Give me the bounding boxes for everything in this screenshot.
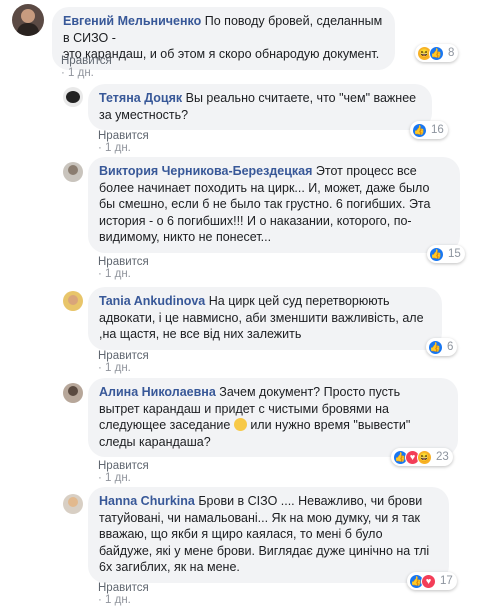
comment-text: Зачем документ? Просто пусть bbox=[219, 385, 401, 399]
comment-bubble: Виктория Черникова-Берездецкая Этот проц… bbox=[88, 157, 460, 253]
comment-text: за уместность? bbox=[99, 107, 189, 122]
reaction-summary[interactable]: 👍 ♥ 😆 23 bbox=[391, 448, 453, 466]
comment-text: вважаю, що якби я щиро каялася, то мені … bbox=[99, 527, 383, 541]
like-link[interactable]: Нравится bbox=[98, 130, 149, 142]
like-link[interactable]: Нравится bbox=[61, 55, 112, 67]
like-reaction-icon: 👍 bbox=[429, 246, 444, 262]
comment-text: следы карандаша? bbox=[99, 434, 211, 449]
comment-text: вытрет карандаш и придет с чистыми бровя… bbox=[99, 401, 389, 416]
comment-text: татуйовані, чи намальовані... Як на мою … bbox=[99, 510, 420, 525]
comment-author[interactable]: Евгений Мельниченко bbox=[63, 14, 201, 28]
comment-author[interactable]: Алина Николаевна bbox=[99, 385, 216, 399]
avatar[interactable] bbox=[63, 162, 83, 182]
comment-time[interactable]: 1 дн. bbox=[105, 362, 131, 374]
comment-text: байдуже, які у мене брови. Виглядає дуже… bbox=[99, 543, 430, 558]
comment-bubble: Tania Ankudinova На цирк цей суд перетво… bbox=[88, 287, 442, 350]
reaction-count: 23 bbox=[436, 451, 449, 463]
like-reaction-icon: 👍 bbox=[429, 45, 444, 61]
avatar[interactable] bbox=[63, 383, 83, 403]
like-reaction-icon: 👍 bbox=[412, 122, 427, 138]
avatar[interactable] bbox=[63, 494, 83, 514]
comment-text: или нужно время "вывести" bbox=[250, 418, 411, 432]
comment-text: На цирк цей суд перетворюють bbox=[208, 294, 390, 308]
comment-text: следующее заседание bbox=[99, 418, 231, 432]
comment-text: Вы реально считаете, что "чем" важнее bbox=[185, 91, 417, 105]
comment-bubble: Hanna Churkina Брови в СІЗО .... Неважли… bbox=[88, 487, 449, 583]
haha-reaction-icon: 😆 bbox=[417, 449, 432, 465]
comment-text: Этот процесс все bbox=[315, 164, 417, 178]
love-reaction-icon: ♥ bbox=[421, 573, 436, 589]
like-link[interactable]: Нравится bbox=[98, 582, 149, 594]
comment-text: Брови в СІЗО .... Неважливо, чи брови bbox=[198, 494, 423, 508]
avatar[interactable] bbox=[63, 291, 83, 311]
reaction-count: 6 bbox=[447, 341, 454, 353]
reaction-summary[interactable]: 😆 👍 8 bbox=[415, 44, 459, 62]
reaction-summary[interactable]: 👍 ♥ 17 bbox=[407, 572, 457, 590]
reaction-count: 16 bbox=[431, 124, 444, 136]
like-link[interactable]: Нравится bbox=[98, 460, 149, 472]
comment-meta: Нравится · 1 дн. bbox=[98, 460, 149, 484]
comment-author[interactable]: Тетяна Доцяк bbox=[99, 91, 182, 105]
reaction-count: 8 bbox=[448, 47, 455, 59]
avatar[interactable] bbox=[12, 4, 44, 36]
comment-text: история - о 6 погибших!!! И о наказании,… bbox=[99, 213, 412, 228]
comment-time[interactable]: 1 дн. bbox=[105, 142, 131, 154]
reaction-count: 15 bbox=[448, 248, 461, 260]
comment-text: ,на щастя, не все від них залежить bbox=[99, 327, 302, 341]
like-reaction-icon: 👍 bbox=[428, 339, 443, 355]
smile-emoji-icon bbox=[233, 418, 247, 431]
comment-text: более начинает походить на цирк... И, мо… bbox=[99, 180, 430, 195]
comment-author[interactable]: Tania Ankudinova bbox=[99, 294, 205, 308]
like-link[interactable]: Нравится bbox=[98, 256, 149, 268]
comment-text: адвокати, і це навмисно, аби зменшити ва… bbox=[99, 310, 424, 325]
comment-meta: Нравится · 1 дн. bbox=[61, 55, 112, 79]
comment-meta: Нравится · 1 дн. bbox=[98, 350, 149, 374]
comment-author[interactable]: Hanna Churkina bbox=[99, 494, 195, 508]
avatar[interactable] bbox=[63, 87, 83, 107]
reaction-count: 17 bbox=[440, 575, 453, 587]
comment-meta: Нравится · 1 дн. bbox=[98, 582, 149, 606]
comment-text: 6х загиблих, як на мене. bbox=[99, 560, 240, 574]
comment-author[interactable]: Виктория Черникова-Берездецкая bbox=[99, 164, 312, 178]
comment-time[interactable]: 1 дн. bbox=[105, 268, 131, 280]
comment-text: видимому, никто не понесет... bbox=[99, 230, 272, 244]
comment-time[interactable]: 1 дн. bbox=[105, 594, 131, 606]
comment-meta: Нравится · 1 дн. bbox=[98, 256, 149, 280]
reaction-summary[interactable]: 👍 16 bbox=[410, 121, 448, 139]
comment-meta: Нравится · 1 дн. bbox=[98, 130, 149, 154]
reaction-summary[interactable]: 👍 15 bbox=[427, 245, 465, 263]
comment-text: бы смешно, если б не было так грустно. 6… bbox=[99, 197, 431, 211]
comment-time[interactable]: 1 дн. bbox=[105, 472, 131, 484]
reaction-summary[interactable]: 👍 6 bbox=[426, 338, 458, 356]
comment-bubble: Алина Николаевна Зачем документ? Просто … bbox=[88, 378, 458, 457]
comment-bubble: Тетяна Доцяк Вы реально считаете, что "ч… bbox=[88, 84, 432, 130]
comment-time[interactable]: 1 дн. bbox=[68, 67, 94, 79]
like-link[interactable]: Нравится bbox=[98, 350, 149, 362]
